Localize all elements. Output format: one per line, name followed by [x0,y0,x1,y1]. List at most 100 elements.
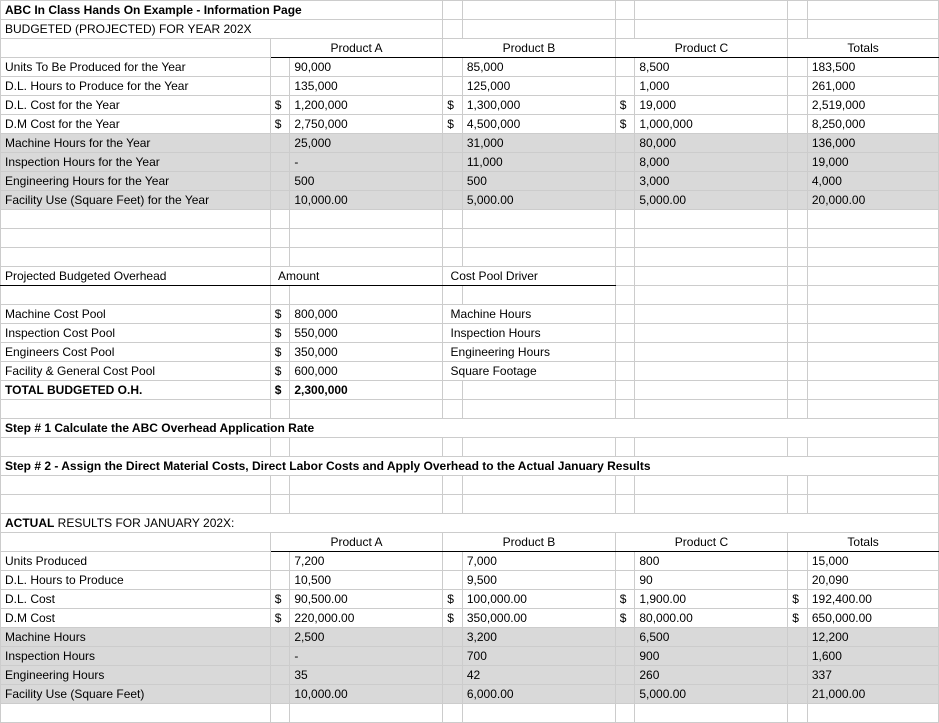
cell-value: 350,000 [290,343,443,362]
cell-value: 220,000.00 [290,609,443,628]
currency-symbol [615,77,635,96]
cell-value: - [290,647,443,666]
cell-value: 12,200 [807,628,938,647]
cell-value: 3,200 [462,628,615,647]
currency-symbol: $ [615,609,635,628]
cell-value: 1,600 [807,647,938,666]
currency-symbol [443,552,463,571]
currency-symbol: $ [270,381,290,400]
col-product-c: Product C [615,39,788,58]
driver-label: Engineering Hours [443,343,616,362]
cell-value: 10,000.00 [290,685,443,704]
row-label: D.M Cost for the Year [1,115,271,134]
currency-symbol [270,647,290,666]
cell-value: 15,000 [807,552,938,571]
currency-symbol: $ [788,609,808,628]
currency-symbol [615,153,635,172]
currency-symbol [270,153,290,172]
currency-symbol [788,134,808,153]
currency-symbol [788,77,808,96]
currency-symbol [270,666,290,685]
overhead-total-value: 2,300,000 [290,381,443,400]
row-label: Facility Use (Square Feet) for the Year [1,191,271,210]
cell-value: 7,000 [462,552,615,571]
cell-value: 350,000.00 [462,609,615,628]
overhead-amount-header: Amount [270,267,443,286]
cell-value: 8,250,000 [807,115,938,134]
currency-symbol [270,58,290,77]
currency-symbol [788,115,808,134]
currency-symbol: $ [270,115,290,134]
cell-value: 136,000 [807,134,938,153]
cell-value: 100,000.00 [462,590,615,609]
currency-symbol [788,571,808,590]
cell-value: 20,000.00 [807,191,938,210]
cell-value: 500 [290,172,443,191]
currency-symbol [443,685,463,704]
row-label: Inspection Hours for the Year [1,153,271,172]
row-label: Machine Hours for the Year [1,134,271,153]
driver-label: Square Footage [443,362,616,381]
currency-symbol [270,191,290,210]
currency-symbol [270,628,290,647]
cell-value: 800 [635,552,788,571]
currency-symbol [615,628,635,647]
row-label: Inspection Hours [1,647,271,666]
currency-symbol [443,172,463,191]
currency-symbol [615,666,635,685]
cell-value: 2,750,000 [290,115,443,134]
row-label: Facility & General Cost Pool [1,362,271,381]
currency-symbol [443,628,463,647]
currency-symbol [443,77,463,96]
currency-symbol [615,552,635,571]
cell-value: 125,000 [462,77,615,96]
cell-value: 9,500 [462,571,615,590]
currency-symbol [443,647,463,666]
currency-symbol [788,96,808,115]
driver-label: Inspection Hours [443,324,616,343]
currency-symbol [615,647,635,666]
overhead-label: Projected Budgeted Overhead [1,267,271,286]
currency-symbol [615,134,635,153]
currency-symbol [615,191,635,210]
currency-symbol [443,58,463,77]
currency-symbol: $ [615,115,635,134]
cell-value: 4,500,000 [462,115,615,134]
currency-symbol: $ [443,96,463,115]
currency-symbol: $ [270,96,290,115]
cell-value: 183,500 [807,58,938,77]
step-1-heading: Step # 1 Calculate the ABC Overhead Appl… [1,419,939,438]
cell-value: 21,000.00 [807,685,938,704]
currency-symbol [788,685,808,704]
cell-value: 5,000.00 [462,191,615,210]
currency-symbol: $ [443,590,463,609]
cell-value: 135,000 [290,77,443,96]
currency-symbol [443,571,463,590]
currency-symbol [615,685,635,704]
row-label: D.M Cost [1,609,271,628]
cell-value: 550,000 [290,324,443,343]
currency-symbol: $ [270,343,290,362]
currency-symbol [788,172,808,191]
currency-symbol [443,666,463,685]
overhead-total-label: TOTAL BUDGETED O.H. [1,381,271,400]
col-totals: Totals [788,533,939,552]
cell-value: 90,000 [290,58,443,77]
currency-symbol [443,134,463,153]
currency-symbol: $ [270,590,290,609]
cell-value: 90,500.00 [290,590,443,609]
cell-value: 800,000 [290,305,443,324]
cell-value: 900 [635,647,788,666]
col-product-a: Product A [270,533,443,552]
overhead-driver-header: Cost Pool Driver [443,267,616,286]
currency-symbol: $ [270,324,290,343]
row-label: Units To Be Produced for the Year [1,58,271,77]
cell-value: 1,300,000 [462,96,615,115]
cell-value: 650,000.00 [807,609,938,628]
driver-label: Machine Hours [443,305,616,324]
spreadsheet-table: ABC In Class Hands On Example - Informat… [0,0,939,723]
currency-symbol: $ [270,362,290,381]
currency-symbol: $ [615,590,635,609]
currency-symbol [270,172,290,191]
actual-heading: ACTUAL RESULTS FOR JANUARY 202X: [1,514,939,533]
